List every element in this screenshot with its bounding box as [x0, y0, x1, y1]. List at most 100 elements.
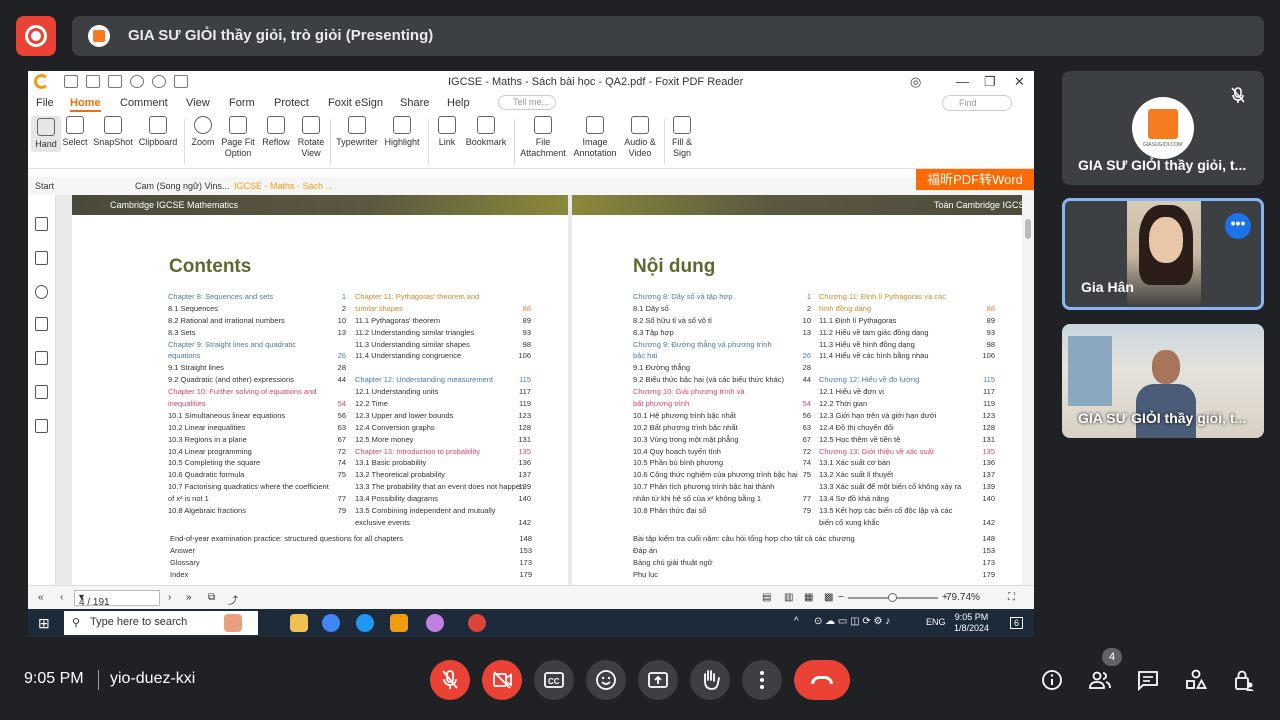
zoom-button[interactable]: Zoom [188, 116, 218, 148]
highlight-button[interactable]: Highlight [382, 116, 422, 148]
toc-entry-page: 44 [337, 375, 346, 385]
last-page-icon[interactable]: » [186, 592, 192, 603]
previous-view-icon[interactable]: ⧉ [208, 592, 215, 603]
rotate-view-button[interactable]: Rotate View [296, 116, 326, 159]
save-icon[interactable] [86, 75, 100, 88]
image-annotation-button[interactable]: Image Annotation [572, 116, 618, 159]
menu-home[interactable]: Home [70, 97, 101, 112]
clipboard-button[interactable]: Clipboard [138, 116, 178, 148]
chat-button[interactable] [1136, 668, 1160, 692]
next-view-icon[interactable]: ⤴ [228, 592, 238, 607]
restore-icon[interactable]: ❐ [984, 74, 996, 90]
reflow-button[interactable]: Reflow [260, 116, 292, 148]
continuous-view-icon[interactable]: ▥ [784, 592, 793, 603]
pdf-viewer[interactable]: Cambridge IGCSE Mathematics Contents Cha… [56, 195, 1022, 585]
toc-entry: 10.6 Công thức nghiệm của phương trình b… [633, 469, 811, 481]
audio-video-button[interactable]: Audio & Video [622, 116, 658, 159]
tray-icons[interactable]: ⊙ ☁ ▭ ◫ ⟳ ⚙ ♪ [814, 616, 890, 627]
minimize-icon[interactable]: — [956, 74, 969, 89]
reactions-button[interactable] [586, 660, 626, 700]
zalo-icon[interactable] [356, 614, 374, 632]
page-number-input[interactable]: 4 / 191 ▾ [74, 590, 160, 608]
layers-panel-icon[interactable] [35, 317, 48, 331]
activities-button[interactable] [1184, 668, 1208, 692]
more-options-button[interactable] [742, 660, 782, 700]
tab-cam-song-ngu[interactable]: Cam (Song ngữ) Vins... [135, 181, 229, 191]
comments-panel-icon[interactable] [35, 285, 48, 299]
notification-center-icon[interactable]: 6 [1010, 617, 1024, 629]
more-options-icon[interactable]: ••• [1225, 213, 1251, 239]
windows-start-icon[interactable]: ⊞ [38, 615, 50, 632]
input-language[interactable]: ENG [926, 617, 946, 627]
next-page-icon[interactable]: › [168, 592, 171, 603]
tab-igcse-maths[interactable]: IGCSE - Maths - Sách ... [234, 181, 333, 191]
pages-panel-icon[interactable] [35, 251, 48, 265]
menu-file[interactable]: File [36, 97, 54, 109]
menu-help[interactable]: Help [447, 97, 470, 109]
present-button[interactable] [638, 660, 678, 700]
file-attachment-button[interactable]: File Attachment [520, 116, 566, 159]
camera-toggle-button[interactable] [482, 660, 522, 700]
mic-toggle-button[interactable] [430, 660, 470, 700]
prev-page-icon[interactable]: ‹ [60, 592, 63, 603]
tray-overflow-icon[interactable]: ^ [794, 616, 799, 627]
signature-panel-icon[interactable] [35, 419, 48, 433]
menu-protect[interactable]: Protect [274, 97, 309, 109]
hand-tool-button[interactable]: Hand [31, 116, 61, 152]
menu-form[interactable]: Form [229, 97, 255, 109]
hand-tool-quick-icon[interactable] [174, 75, 188, 88]
tab-start[interactable]: Start [35, 181, 54, 191]
bookmarks-panel-icon[interactable] [35, 217, 48, 231]
pdf-to-word-promo[interactable]: 福昕PDF转Word [916, 169, 1034, 190]
print-icon[interactable] [108, 75, 122, 88]
participant-tile-presenter[interactable]: GIASUGIOI.COM GIA SƯ GIỎI thầy giỏi, t..… [1062, 71, 1264, 185]
zoom-slider[interactable] [848, 593, 938, 602]
typewriter-button[interactable]: Typewriter [334, 116, 380, 148]
menu-foxit-esign[interactable]: Foxit eSign [328, 97, 383, 109]
chrome-icon[interactable] [322, 614, 340, 632]
menu-comment[interactable]: Comment [120, 97, 168, 109]
zoom-out-icon[interactable]: − [838, 592, 844, 603]
participant-tile-gia-han[interactable]: ••• Gia Hân [1062, 198, 1264, 310]
facing-view-icon[interactable]: ▦ [804, 592, 813, 603]
attachments-panel-icon[interactable] [35, 351, 48, 365]
participant-tile-teacher[interactable]: GIA SƯ GIỎI thầy giỏi, t... [1062, 324, 1264, 438]
leave-call-button[interactable] [794, 660, 850, 700]
foxit-taskbar-icon[interactable] [390, 614, 408, 632]
recording-indicator[interactable] [16, 16, 56, 56]
page-fit-option-button[interactable]: Page Fit Option [220, 116, 256, 159]
menu-view[interactable]: View [186, 97, 210, 109]
link-button[interactable]: Link [433, 116, 461, 148]
first-page-icon[interactable]: « [38, 592, 44, 603]
select-tool-button[interactable]: Select [62, 116, 88, 148]
account-icon[interactable]: ◎ [910, 74, 921, 90]
undo-icon[interactable] [130, 75, 144, 88]
captions-button[interactable]: CC [534, 660, 574, 700]
toc-entry: 9.2 Quadratic (and other) expressions 44 [168, 374, 346, 386]
fullscreen-icon[interactable]: ⛶ [1008, 592, 1015, 603]
continuous-facing-view-icon[interactable]: ▩ [824, 592, 833, 603]
snapshot-button[interactable]: SnapShot [93, 116, 133, 148]
bookmark-button[interactable]: Bookmark [465, 116, 507, 148]
chrome-profile-icon[interactable] [468, 614, 486, 632]
redo-icon[interactable] [152, 75, 166, 88]
file-explorer-icon[interactable] [290, 614, 308, 632]
menu-share[interactable]: Share [400, 97, 429, 109]
raise-hand-button[interactable] [690, 660, 730, 700]
security-panel-icon[interactable] [35, 385, 48, 399]
avatar-app-icon[interactable] [224, 614, 242, 632]
toc-entry: 11.2 Hiểu về tam giác đồng dạng 93 [819, 327, 995, 339]
vertical-scrollbar[interactable] [1022, 195, 1034, 585]
open-icon[interactable] [64, 75, 78, 88]
find-input[interactable]: Find [942, 95, 1012, 111]
meeting-details-button[interactable] [1040, 668, 1064, 692]
tell-me-input[interactable]: Tell me... [498, 95, 556, 110]
host-controls-button[interactable] [1232, 668, 1256, 692]
people-button[interactable] [1088, 668, 1112, 692]
fill-sign-button[interactable]: Fill & Sign [668, 116, 696, 159]
taskbar-clock[interactable]: 9:05 PM 1/8/2024 [954, 612, 989, 634]
zoom-level[interactable]: 79.74% [946, 592, 980, 603]
single-page-view-icon[interactable]: ▤ [762, 592, 771, 603]
close-icon[interactable]: ✕ [1014, 74, 1025, 90]
paint-icon[interactable] [426, 614, 444, 632]
